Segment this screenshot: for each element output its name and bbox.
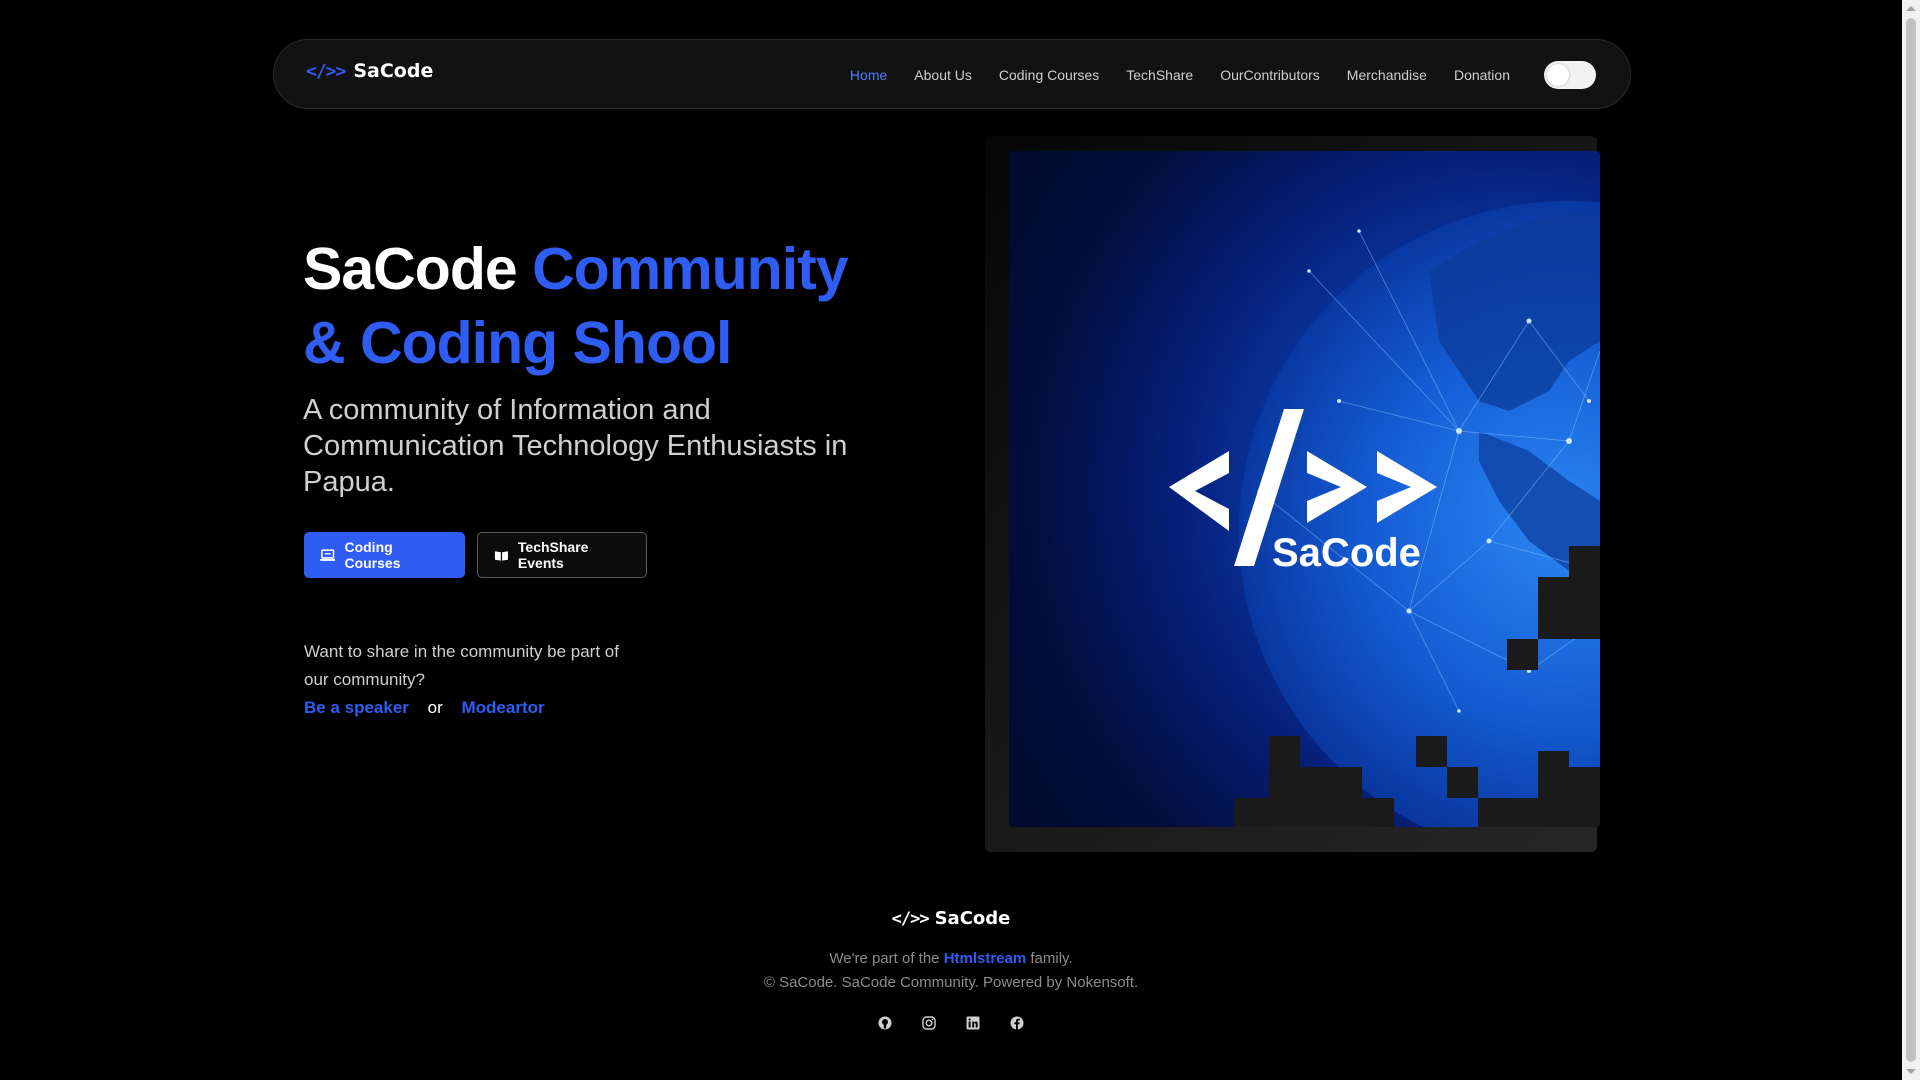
vertical-scrollbar[interactable] bbox=[1902, 0, 1920, 1080]
linkedin-icon[interactable] bbox=[965, 1015, 981, 1031]
nav-link-coding-courses[interactable]: Coding Courses bbox=[999, 67, 1099, 83]
hero-buttons: Coding Courses TechShare Events bbox=[304, 532, 647, 578]
or-text: or bbox=[427, 698, 443, 717]
coding-courses-label: Coding Courses bbox=[344, 539, 401, 571]
toggle-knob bbox=[1547, 64, 1569, 86]
be-a-speaker-link[interactable]: Be a speaker bbox=[304, 698, 409, 717]
instagram-icon[interactable] bbox=[921, 1015, 937, 1031]
page: </>> SaCode Home About Us Coding Courses… bbox=[0, 0, 1902, 1080]
image-logo-name: SaCode bbox=[1272, 531, 1421, 575]
techshare-events-label: TechShare Events bbox=[517, 539, 589, 571]
scroll-down-arrow-icon[interactable] bbox=[1906, 1069, 1916, 1074]
hero-title: SaCode Community & Coding Shool bbox=[303, 232, 903, 380]
facebook-icon[interactable] bbox=[1009, 1015, 1025, 1031]
laptop-icon bbox=[320, 548, 336, 561]
hero-title-blue-2: & Coding Shool bbox=[303, 310, 732, 376]
footer-copyright: © SaCode. SaCode Community. Powered by N… bbox=[763, 974, 1139, 991]
github-icon[interactable] bbox=[877, 1015, 893, 1031]
book-open-icon bbox=[494, 550, 508, 561]
scroll-up-arrow-icon[interactable] bbox=[1906, 6, 1916, 11]
hero-title-blue-1: Community bbox=[532, 236, 848, 302]
nav-link-home[interactable]: Home bbox=[850, 67, 887, 83]
nav-link-techshare[interactable]: TechShare bbox=[1126, 67, 1193, 83]
code-logo-icon: </>> bbox=[306, 60, 346, 82]
footer-line1-prefix: We're part of the bbox=[829, 950, 940, 967]
scrollbar-thumb[interactable] bbox=[1906, 18, 1916, 1062]
nav-links: Home About Us Coding Courses TechShare O… bbox=[850, 40, 1510, 110]
nav-link-donation[interactable]: Donation bbox=[1454, 67, 1510, 83]
techshare-events-button[interactable]: TechShare Events bbox=[477, 532, 647, 578]
navbar: </>> SaCode Home About Us Coding Courses… bbox=[273, 39, 1631, 109]
footer-family-line: We're part of the Htmlstream family. bbox=[0, 950, 1902, 967]
theme-toggle[interactable] bbox=[1544, 61, 1596, 89]
footer-brand-name: SaCode bbox=[934, 908, 1011, 929]
hero-subtitle: A community of Information and Communica… bbox=[303, 394, 848, 498]
nav-link-merchandise[interactable]: Merchandise bbox=[1347, 67, 1427, 83]
social-links bbox=[0, 1015, 1902, 1031]
footer-brand[interactable]: </>> SaCode bbox=[0, 908, 1902, 929]
brand-name: SaCode bbox=[353, 60, 434, 82]
coding-courses-button[interactable]: Coding Courses bbox=[304, 532, 465, 578]
hero-image: SaCode bbox=[1009, 151, 1600, 827]
htmlstream-link[interactable]: Htmlstream bbox=[944, 950, 1027, 967]
brand-logo[interactable]: </>> SaCode bbox=[306, 60, 433, 82]
footer-line1-suffix: family. bbox=[1030, 950, 1073, 967]
share-invite-text: Want to share in the community be part o… bbox=[304, 642, 619, 689]
moderator-link[interactable]: Modeartor bbox=[462, 698, 545, 717]
nav-link-about-us[interactable]: About Us bbox=[914, 67, 972, 83]
footer-code-logo-icon: </>> bbox=[891, 908, 930, 929]
hero-title-white: SaCode bbox=[303, 236, 518, 302]
globe-network-illustration: SaCode bbox=[1169, 201, 1600, 827]
share-links: Be a speaker or Modeartor bbox=[304, 694, 545, 722]
nav-link-ourcontributors[interactable]: OurContributors bbox=[1220, 67, 1320, 83]
